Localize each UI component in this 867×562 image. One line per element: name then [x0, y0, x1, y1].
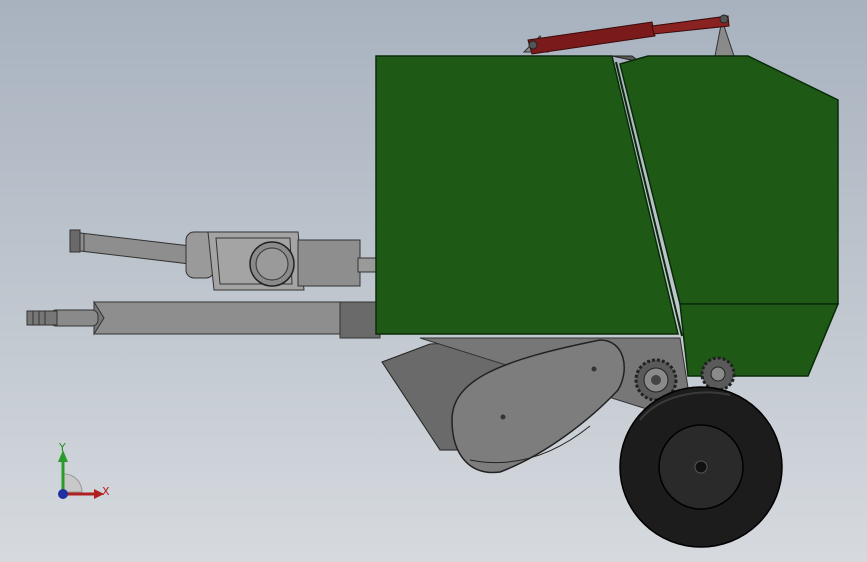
- z-axis-dot: [58, 489, 68, 499]
- pto-driveshaft[interactable]: [69, 229, 379, 291]
- reference-triad: Y X: [40, 436, 130, 516]
- baler-assembly-model[interactable]: [0, 0, 867, 562]
- wheel[interactable]: [619, 386, 783, 548]
- graphics-viewport[interactable]: Y X: [0, 0, 867, 562]
- drawbar[interactable]: [26, 300, 381, 339]
- x-axis-label: X: [102, 485, 110, 498]
- axis-arrows: [58, 450, 104, 499]
- y-axis-label: Y: [59, 441, 66, 454]
- bale-chamber-body[interactable]: [375, 55, 840, 377]
- hydraulic-cylinder[interactable]: [522, 14, 735, 57]
